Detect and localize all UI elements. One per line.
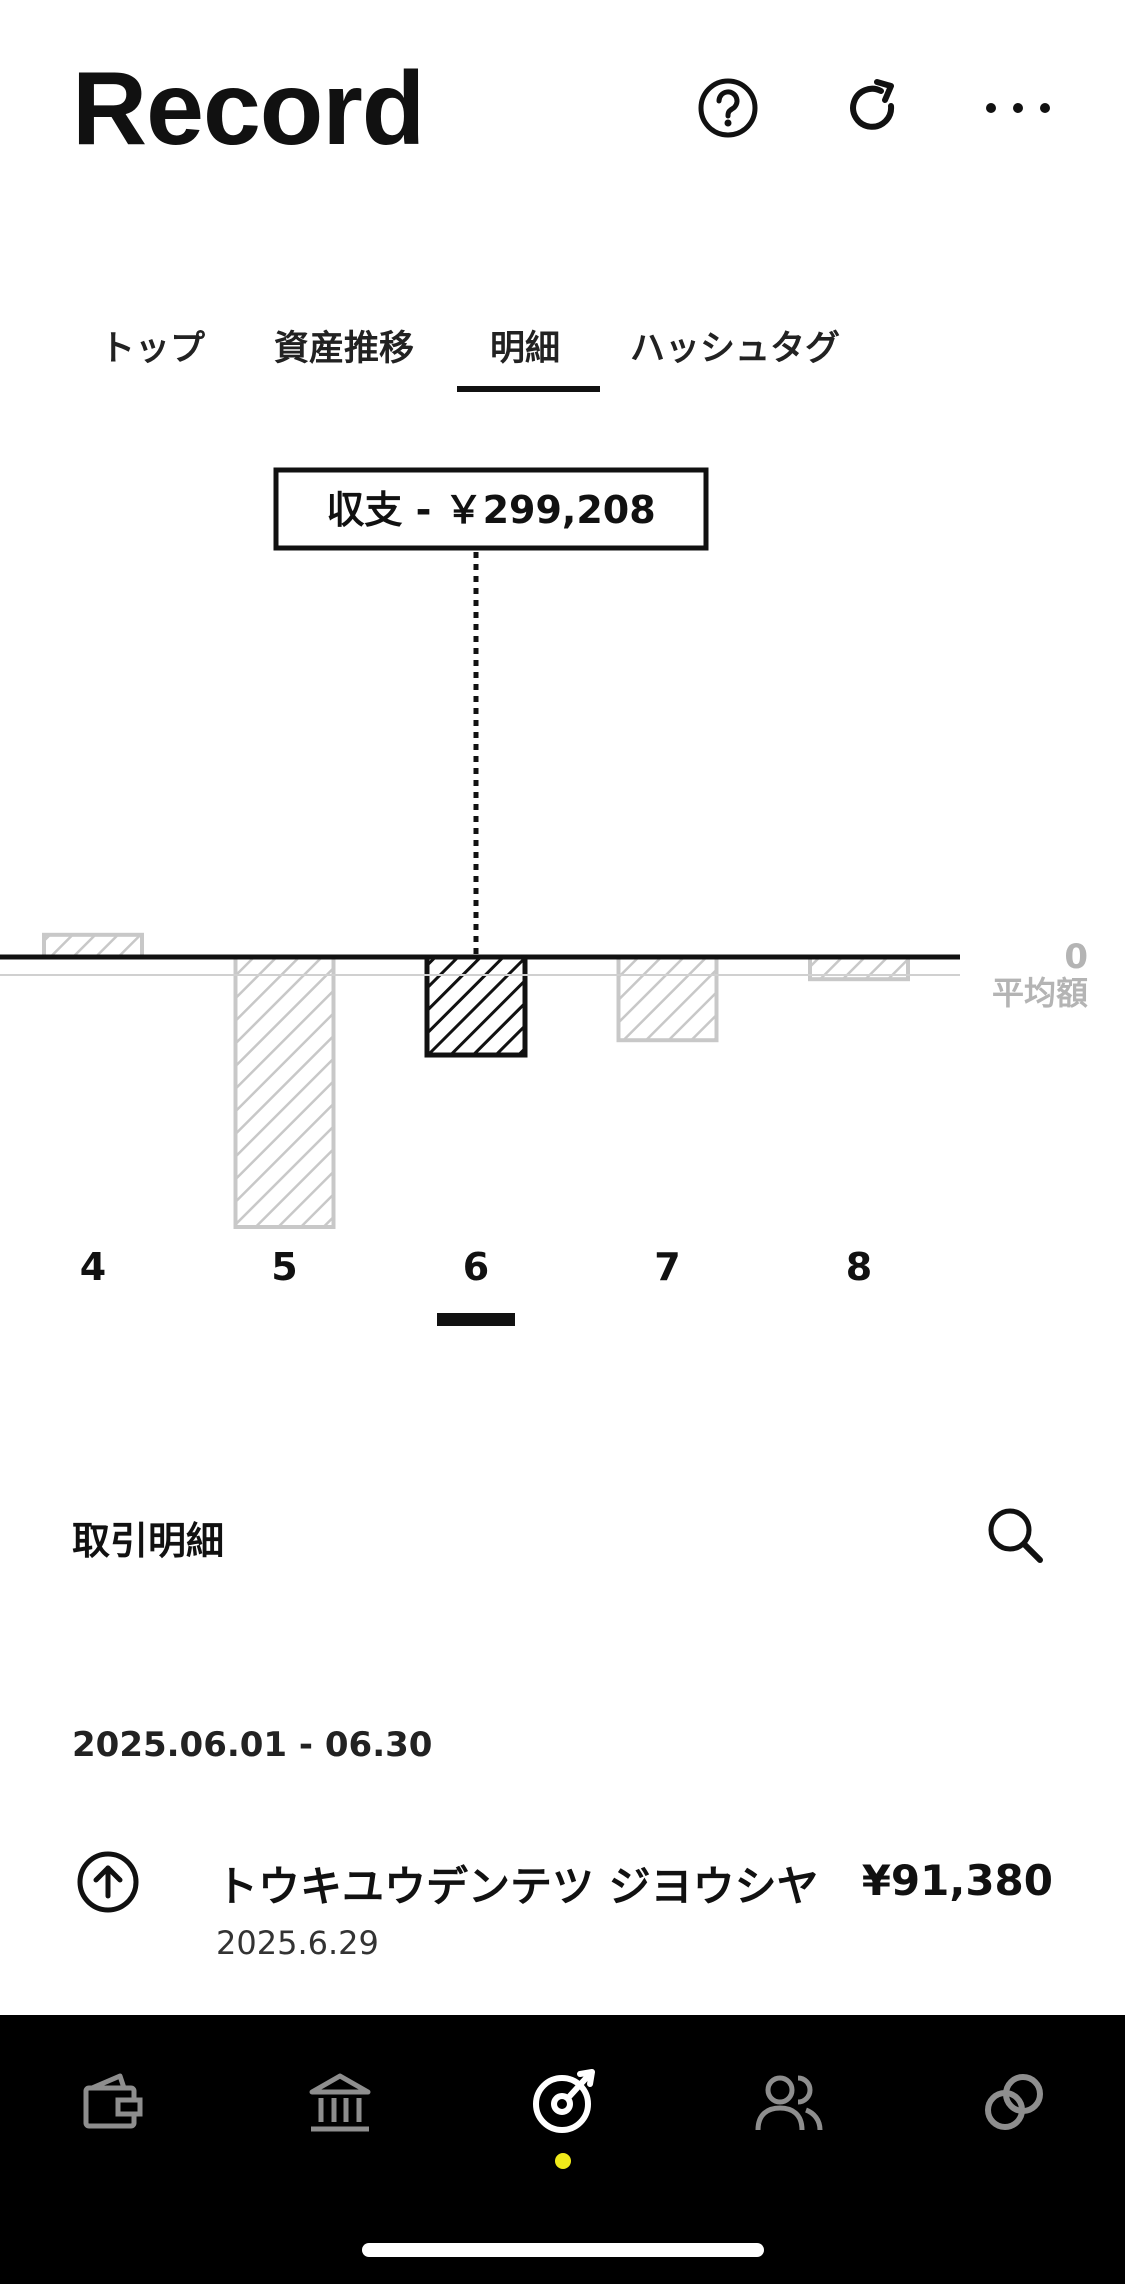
transaction-name[interactable]: トウキユウデンテツ ジヨウシヤ (216, 1853, 819, 1914)
tab-details[interactable]: 明細 (490, 320, 560, 380)
page-title: Record (72, 51, 425, 167)
tooltip-label: 収支 - ￥299,208 (326, 488, 655, 532)
x-tick-label[interactable]: 8 (846, 1245, 872, 1289)
tab-asset-history[interactable]: 資産推移 (274, 320, 414, 380)
date-range: 2025.06.01 - 06.30 (72, 1725, 433, 1765)
balance-bar-chart[interactable]: 収支 - ￥299,208 0 平均額 4 5 6 7 8 (0, 440, 1125, 1340)
tab-hashtag[interactable]: ハッシュタグ (630, 320, 840, 380)
average-label: 平均額 (992, 974, 1088, 1012)
bar-month-7[interactable] (616, 955, 719, 1043)
refresh-icon[interactable] (835, 70, 911, 146)
tab-top[interactable]: トップ (100, 320, 205, 380)
active-tab-indicator (457, 386, 600, 392)
x-tick-label[interactable]: 6 (463, 1245, 489, 1289)
record-icon[interactable] (525, 2065, 601, 2141)
home-indicator (362, 2243, 764, 2257)
transactions-title: 取引明細 (72, 1519, 225, 1563)
x-tick-label[interactable]: 5 (271, 1245, 297, 1289)
bar-month-5[interactable] (233, 955, 336, 1229)
chart-bars[interactable] (42, 932, 910, 1229)
search-icon[interactable] (985, 1505, 1045, 1565)
wallet-icon[interactable] (75, 2065, 151, 2141)
link-icon[interactable] (976, 2065, 1052, 2141)
more-icon[interactable] (980, 70, 1056, 146)
x-tick-label[interactable]: 7 (654, 1245, 680, 1289)
x-tick-label[interactable]: 4 (80, 1245, 106, 1289)
help-icon[interactable] (690, 70, 766, 146)
bank-icon[interactable] (302, 2065, 378, 2141)
transaction-date: 2025.6.29 (216, 1924, 379, 1962)
bar-month-6[interactable] (424, 954, 528, 1058)
people-icon[interactable] (751, 2065, 827, 2141)
transaction-amount: ¥91,380 (861, 1856, 1053, 1905)
zero-label: 0 (1064, 937, 1088, 977)
bar-month-4[interactable] (42, 932, 144, 960)
arrow-up-circle-icon (76, 1850, 140, 1914)
month-labels: 4 5 6 7 8 (80, 1245, 872, 1289)
selected-month-marker (437, 1313, 515, 1326)
active-nav-dot (555, 2153, 571, 2169)
